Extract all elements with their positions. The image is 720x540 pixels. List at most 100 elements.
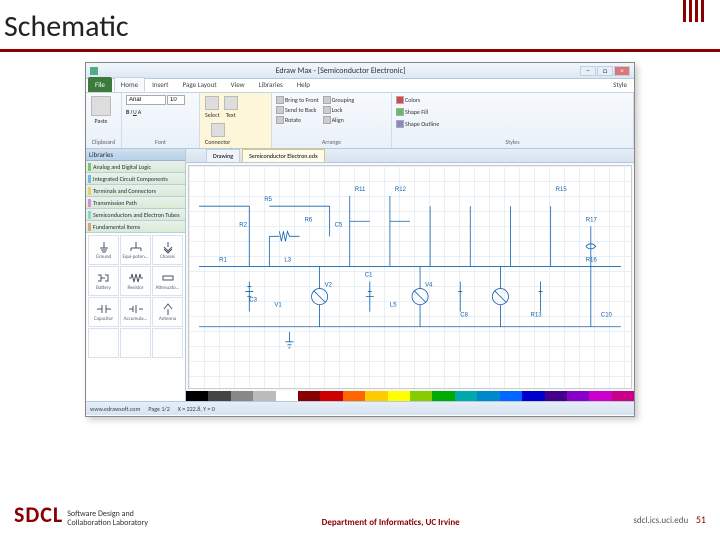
grouping-button[interactable]: Grouping [323, 95, 355, 105]
tab-page-layout[interactable]: Page Layout [176, 77, 224, 92]
app-window: Edraw Max - [Semiconductor Electronic] –… [85, 62, 635, 417]
palette-swatch[interactable] [455, 391, 477, 401]
slide-corner-decoration [683, 0, 704, 22]
palette-swatch[interactable] [343, 391, 365, 401]
tab-insert[interactable]: Insert [145, 77, 175, 92]
color-palette[interactable] [186, 391, 634, 401]
colors-button[interactable]: Colors [396, 95, 629, 105]
shape-item[interactable] [152, 328, 183, 358]
svg-text:R1: R1 [219, 257, 227, 263]
group-icon [323, 96, 331, 104]
svg-text:R15: R15 [556, 187, 568, 193]
category-color-icon [88, 199, 91, 207]
footer-url: sdcl.ics.uci.edu [633, 515, 688, 526]
lib-category[interactable]: Semiconductors and Electron Tubes [86, 209, 185, 221]
lib-category[interactable]: Fundamental Items [86, 221, 185, 233]
palette-swatch[interactable] [612, 391, 634, 401]
group-label-font: Font [126, 138, 195, 146]
shape-item[interactable]: Capacitor [88, 297, 119, 327]
ribbon: Paste Clipboard BIUA Font Select Text Co… [86, 93, 634, 149]
svg-text:C10: C10 [601, 313, 613, 319]
align-button[interactable]: Align [323, 115, 355, 125]
shape-item[interactable]: Antenna [152, 297, 183, 327]
palette-swatch[interactable] [589, 391, 611, 401]
svg-text:R17: R17 [586, 217, 598, 223]
rotate-button[interactable]: Rotate [276, 115, 319, 125]
connector-icon [211, 123, 225, 137]
text-tool[interactable]: Text [223, 95, 239, 120]
ribbon-group-arrange: Bring to Front Send to Back Rotate Group… [272, 93, 392, 148]
lib-category[interactable]: Terminals and Connectors [86, 185, 185, 197]
shape-item[interactable]: Accumula... [120, 297, 151, 327]
svg-text:C3: C3 [249, 298, 257, 304]
tab-file[interactable]: File [88, 77, 112, 92]
shape-item[interactable]: Attenuato... [152, 266, 183, 296]
svg-text:R2: R2 [239, 222, 247, 228]
palette-swatch[interactable] [388, 391, 410, 401]
shape-item[interactable]: Battery [88, 266, 119, 296]
svg-text:V2: V2 [325, 283, 333, 289]
lib-category[interactable]: Transmission Path [86, 197, 185, 209]
window-controls: – □ × [580, 66, 630, 76]
lock-button[interactable]: Lock [323, 105, 355, 115]
svg-text:R6: R6 [305, 217, 313, 223]
shape-fill-button[interactable]: Shape Fill [396, 107, 629, 117]
group-label-styles: Styles [396, 138, 629, 146]
palette-swatch[interactable] [410, 391, 432, 401]
lib-category[interactable]: Analog and Digital Logic [86, 161, 185, 173]
close-button[interactable]: × [614, 66, 630, 76]
slide-title: Schematic [0, 0, 720, 49]
shape-outline-button[interactable]: Shape Outline [396, 119, 629, 129]
shape-item[interactable] [120, 328, 151, 358]
shape-item[interactable]: Ground [88, 235, 119, 265]
maximize-button[interactable]: □ [597, 66, 613, 76]
palette-swatch[interactable] [567, 391, 589, 401]
palette-swatch[interactable] [231, 391, 253, 401]
app-icon [90, 67, 98, 75]
ribbon-group-styles: Colors Shape Fill Shape Outline Styles [392, 93, 634, 148]
shape-item[interactable]: Chassis [152, 235, 183, 265]
canvas-area: Drawing Semiconductor Electron.edx [186, 149, 634, 401]
send-back-button[interactable]: Send to Back [276, 105, 319, 115]
shape-item[interactable]: Equi-poten... [120, 235, 151, 265]
palette-swatch[interactable] [545, 391, 567, 401]
drawing-canvas[interactable]: R11R12R15R5R6R2C5R1C1L3R17R16V4V2C3L5V1C… [188, 165, 632, 389]
svg-text:V1: V1 [274, 303, 282, 309]
palette-swatch[interactable] [500, 391, 522, 401]
category-color-icon [88, 175, 91, 183]
doc-tab-current[interactable]: Semiconductor Electron.edx [242, 149, 325, 162]
svg-text:C8: C8 [460, 313, 468, 319]
paste-button[interactable]: Paste [90, 95, 112, 126]
palette-swatch[interactable] [186, 391, 208, 401]
sdcl-acronym: SDCL [14, 501, 63, 528]
tab-libraries[interactable]: Libraries [252, 77, 290, 92]
fill-icon [396, 108, 404, 116]
font-size-input[interactable] [167, 95, 185, 105]
palette-swatch[interactable] [320, 391, 342, 401]
font-name-input[interactable] [126, 95, 166, 105]
palette-swatch[interactable] [208, 391, 230, 401]
palette-swatch[interactable] [365, 391, 387, 401]
tab-view[interactable]: View [224, 77, 252, 92]
lib-category[interactable]: Integrated Circuit Components [86, 173, 185, 185]
tab-help[interactable]: Help [290, 77, 317, 92]
connector-tool[interactable]: Connector [204, 122, 231, 147]
palette-swatch[interactable] [276, 391, 298, 401]
palette-swatch[interactable] [298, 391, 320, 401]
shape-item[interactable] [88, 328, 119, 358]
svg-text:C5: C5 [335, 222, 343, 228]
group-label-clipboard: Clipboard [90, 138, 117, 146]
bring-front-button[interactable]: Bring to Front [276, 95, 319, 105]
style-dropdown[interactable]: Style [606, 77, 634, 92]
select-tool[interactable]: Select [204, 95, 221, 120]
shape-item[interactable]: Resistor [120, 266, 151, 296]
outline-icon [396, 120, 404, 128]
tab-home[interactable]: Home [114, 77, 145, 92]
palette-swatch[interactable] [432, 391, 454, 401]
doc-tab-drawing[interactable]: Drawing [206, 149, 240, 162]
palette-swatch[interactable] [477, 391, 499, 401]
minimize-button[interactable]: – [580, 66, 596, 76]
palette-swatch[interactable] [522, 391, 544, 401]
palette-swatch[interactable] [253, 391, 275, 401]
ribbon-group-tools: Select Text Connector Basic Tools [200, 93, 272, 148]
